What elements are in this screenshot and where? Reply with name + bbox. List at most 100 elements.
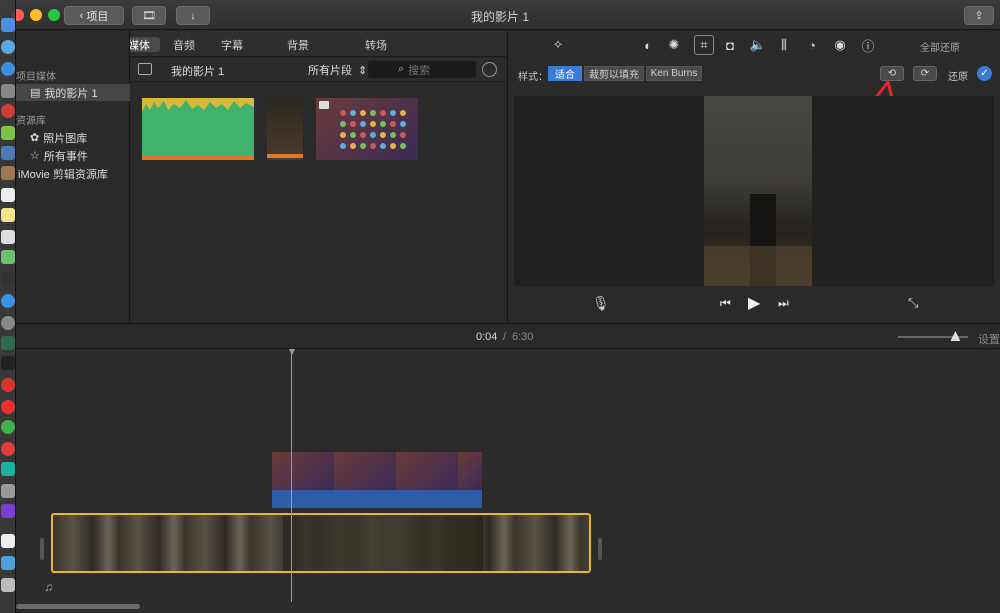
crop-icon[interactable]: ⌗ (694, 35, 714, 55)
libraries-heading: 资源库 (16, 116, 46, 127)
time-separator: / (503, 331, 507, 343)
reset-button[interactable]: 还原 (948, 68, 968, 83)
skip-forward-icon[interactable]: ⏭ (778, 296, 789, 311)
updown-chevron-icon: ⇕ (358, 65, 368, 77)
tab-backgrounds[interactable]: 背景 (282, 37, 314, 52)
window-title: 我的影片 1 (470, 10, 529, 24)
speed-icon[interactable]: ◔ (804, 37, 820, 53)
tab-titles[interactable]: 字幕 (216, 37, 248, 52)
apply-checkmark-button[interactable]: ✓ (977, 66, 992, 81)
app-icon-red[interactable] (1, 104, 15, 118)
app-store-icon[interactable] (1, 294, 15, 308)
style-ken-burns-button[interactable]: Ken Burns (646, 66, 702, 81)
imovie-icon[interactable] (1, 504, 15, 518)
clip-used-bar (267, 154, 303, 158)
current-time: 0:04 (476, 331, 498, 343)
checkmark-icon: ✓ (980, 68, 989, 79)
share-icon: ⇪ (974, 10, 984, 22)
play-icon[interactable]: ▶ (748, 293, 760, 313)
color-palette-icon[interactable]: ✺ (666, 37, 682, 53)
downloads-folder-icon[interactable] (1, 556, 15, 570)
sidebar-item-label: 我的影片 1 (44, 87, 98, 100)
activity-monitor-icon[interactable] (1, 336, 15, 350)
netease-music-icon[interactable] (1, 442, 15, 456)
playhead-line[interactable] (291, 352, 292, 602)
video-clip-thumbnail[interactable] (267, 98, 303, 160)
app-icon-teal[interactable] (1, 462, 15, 476)
system-preferences-icon[interactable] (1, 316, 15, 330)
equalizer-icon[interactable]: ⫼ (776, 37, 792, 53)
tab-transitions[interactable]: 转场 (360, 37, 392, 52)
siri-icon[interactable] (1, 40, 15, 54)
overlay-thumb (272, 452, 334, 490)
sidebar-item-imovie-library[interactable]: iMovie 剪辑资源库 (16, 165, 130, 182)
notes-icon[interactable] (1, 208, 15, 222)
main-video-clip[interactable] (51, 513, 591, 573)
search-icon: ⌕ (398, 63, 405, 75)
tab-audio[interactable]: 音频 (168, 37, 200, 52)
vivaldi-icon[interactable] (1, 378, 15, 392)
screenshot-clip-thumbnail[interactable] (316, 98, 418, 160)
floor-graphic (704, 246, 812, 286)
film-icon: ▤ (30, 87, 41, 99)
document-icon[interactable] (1, 534, 15, 548)
microphone-icon[interactable]: 🎙 (592, 295, 610, 312)
overlay-thumb (396, 452, 458, 490)
zoom-slider[interactable] (898, 331, 968, 341)
dock (0, 0, 16, 613)
fullscreen-icon[interactable]: ⤡ (908, 295, 918, 311)
search-input[interactable]: ⌕ 搜索 (368, 61, 476, 78)
sidebar-item-project[interactable]: ▤ 我的影片 1 (16, 84, 130, 101)
clip-trim-handle-left[interactable] (40, 538, 44, 560)
terminal-icon[interactable] (1, 272, 15, 286)
overlay-thumb (334, 452, 396, 490)
sidebar-item-photos[interactable]: ✿ 照片图库 (16, 129, 130, 146)
clip-filter-select[interactable]: 所有片段 ⇕ (308, 62, 367, 78)
gear-icon[interactable] (482, 62, 497, 77)
audio-clip-thumbnail[interactable] (142, 98, 254, 160)
clip-filter-label: 所有片段 (308, 65, 352, 77)
timeline-settings-button[interactable]: 设置 (978, 331, 1000, 347)
style-fit-button[interactable]: 适合 (548, 66, 582, 81)
color-balance-icon[interactable]: ◐ (640, 37, 656, 53)
clip-trim-handle-right[interactable] (598, 538, 602, 560)
calendar-icon[interactable] (1, 188, 15, 202)
sidebar-item-label: iMovie 剪辑资源库 (18, 168, 108, 181)
sidebar-toggle-icon[interactable] (138, 63, 152, 75)
clip-dark-segment (283, 515, 483, 571)
style-crop-to-fill-button[interactable]: 裁剪以填充 (584, 66, 644, 81)
video-frame (704, 96, 812, 286)
maps-icon[interactable] (1, 250, 15, 264)
contacts-icon[interactable] (1, 166, 15, 180)
overlay-clip[interactable] (272, 452, 482, 508)
finder-icon[interactable] (1, 18, 15, 32)
sidebar-item-all-events[interactable]: ☆ 所有事件 (16, 147, 130, 164)
timeline-scrollbar[interactable] (16, 604, 140, 609)
launchpad-icon[interactable] (1, 84, 15, 98)
sidebar-item-label: 照片图库 (43, 132, 88, 145)
timeline-header (16, 323, 1000, 349)
app-icon-gray[interactable] (1, 484, 15, 498)
reset-all-button[interactable]: 全部还原 (920, 39, 960, 54)
info-icon[interactable]: ⓘ (860, 37, 876, 54)
android-icon[interactable] (1, 126, 15, 140)
trash-icon[interactable] (1, 578, 15, 592)
share-button[interactable]: ⇪ (964, 6, 994, 25)
console-icon[interactable] (1, 356, 15, 370)
reminders-icon[interactable] (1, 230, 15, 244)
rotate-right-icon: ⟳ (920, 68, 930, 79)
magic-wand-icon[interactable]: ✧ (550, 37, 566, 53)
skip-back-icon[interactable]: ⏮ (720, 296, 731, 311)
rotate-clockwise-button[interactable]: ⟳ (913, 66, 937, 81)
preview-icon[interactable] (1, 146, 15, 160)
safari-icon[interactable] (1, 62, 15, 76)
project-media-heading: 项目媒体 (16, 72, 56, 83)
clip-filter-icon[interactable]: ◉ (832, 37, 848, 53)
volume-icon[interactable]: 🔈 (750, 37, 766, 53)
yandex-icon[interactable] (1, 400, 15, 414)
photos-icon: ✿ (30, 132, 40, 144)
wechat-icon[interactable] (1, 420, 15, 434)
style-label: 样式： (518, 72, 548, 83)
overlay-clip-bar (272, 490, 482, 508)
stabilization-camera-icon[interactable]: ◘ (722, 37, 738, 53)
